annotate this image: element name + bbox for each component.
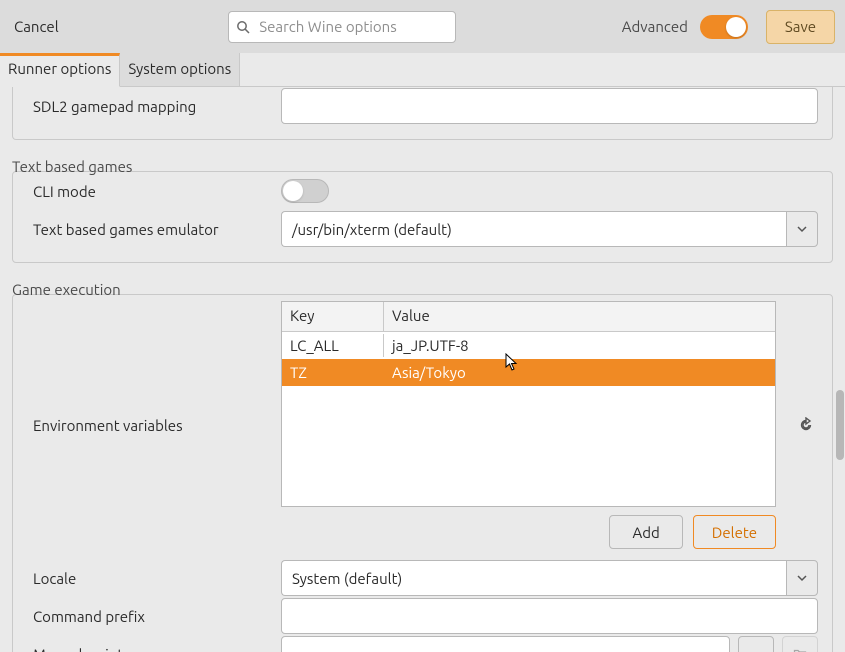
command-prefix-input[interactable] [281,598,818,634]
search-field-wrap [228,11,456,43]
scrollbar-thumb[interactable] [836,390,844,460]
manual-script-label: Manual script [27,646,271,652]
env-table-row[interactable]: TZAsia/Tokyo [282,359,775,386]
browse-button[interactable] [738,636,774,652]
locale-value: System (default) [281,560,786,596]
env-delete-button[interactable]: Delete [693,515,776,549]
revert-icon[interactable] [794,301,818,433]
env-cell-value[interactable]: ja_JP.UTF-8 [384,334,775,357]
options-scroll-area[interactable]: SDL2 gamepad mapping Text based games CL… [0,87,845,652]
search-input[interactable] [228,11,456,43]
tab-bar: Runner options System options [0,53,845,87]
text-emulator-value: /usr/bin/xterm (default) [281,211,786,247]
save-button[interactable]: Save [766,10,835,44]
advanced-toggle[interactable] [700,15,748,39]
env-vars-label: Environment variables [27,301,271,434]
open-folder-button [782,636,818,652]
command-prefix-label: Command prefix [27,608,271,625]
header-bar: Cancel Advanced Save [0,0,845,53]
chevron-down-icon[interactable] [786,560,818,596]
env-add-button[interactable]: Add [609,515,682,549]
cli-mode-toggle[interactable] [281,179,329,203]
tab-system-options[interactable]: System options [120,53,240,86]
text-emulator-select[interactable]: /usr/bin/xterm (default) [281,211,818,247]
env-table-header: Key Value [282,302,775,332]
game-exec-panel: Environment variables Key Value LC_ALLja… [12,294,833,652]
cli-mode-label: CLI mode [27,183,271,200]
text-games-panel: CLI mode Text based games emulator /usr/… [12,171,833,263]
sdl2-mapping-input[interactable] [281,88,818,124]
prior-group-panel: SDL2 gamepad mapping [12,87,833,140]
cancel-button[interactable]: Cancel [10,12,63,41]
locale-select[interactable]: System (default) [281,560,818,596]
advanced-label: Advanced [622,18,688,35]
locale-label: Locale [27,570,271,587]
env-col-key[interactable]: Key [282,302,384,331]
env-cell-value[interactable]: Asia/Tokyo [384,361,775,384]
env-cell-key[interactable]: TZ [282,361,384,384]
env-vars-table[interactable]: Key Value LC_ALLja_JP.UTF-8TZAsia/Tokyo [281,301,776,507]
sdl2-mapping-label: SDL2 gamepad mapping [27,98,271,115]
text-emulator-label: Text based games emulator [27,221,271,238]
tab-runner-options[interactable]: Runner options [0,53,120,87]
env-table-row[interactable]: LC_ALLja_JP.UTF-8 [282,332,775,359]
env-col-value[interactable]: Value [384,302,775,331]
env-cell-key[interactable]: LC_ALL [282,334,384,357]
manual-script-input[interactable] [281,636,730,652]
chevron-down-icon[interactable] [786,211,818,247]
